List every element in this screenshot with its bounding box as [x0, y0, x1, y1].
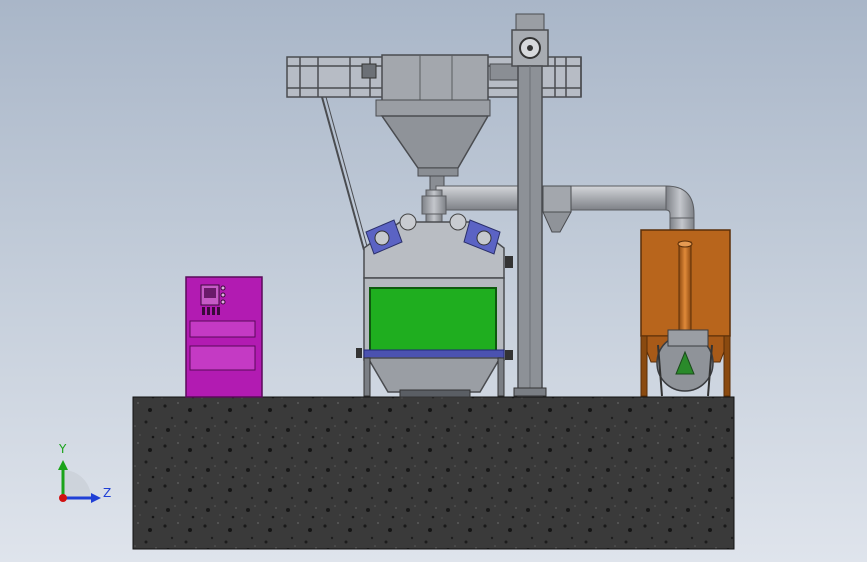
dust-collector [640, 229, 731, 397]
inspection-window [369, 287, 497, 353]
control-cabinet [185, 276, 263, 398]
shot-blast-machine [356, 213, 513, 398]
assembly-scene [58, 13, 735, 550]
concrete-base [132, 396, 735, 550]
z-axis-label: Z [103, 486, 112, 500]
y-axis-label: Y [59, 442, 67, 456]
cad-viewport[interactable]: Y Z [0, 0, 867, 562]
coordinate-triad [58, 460, 101, 503]
feed-hopper [361, 54, 519, 191]
x-axis-dot [59, 494, 67, 502]
triad-plane-shading [63, 470, 91, 498]
